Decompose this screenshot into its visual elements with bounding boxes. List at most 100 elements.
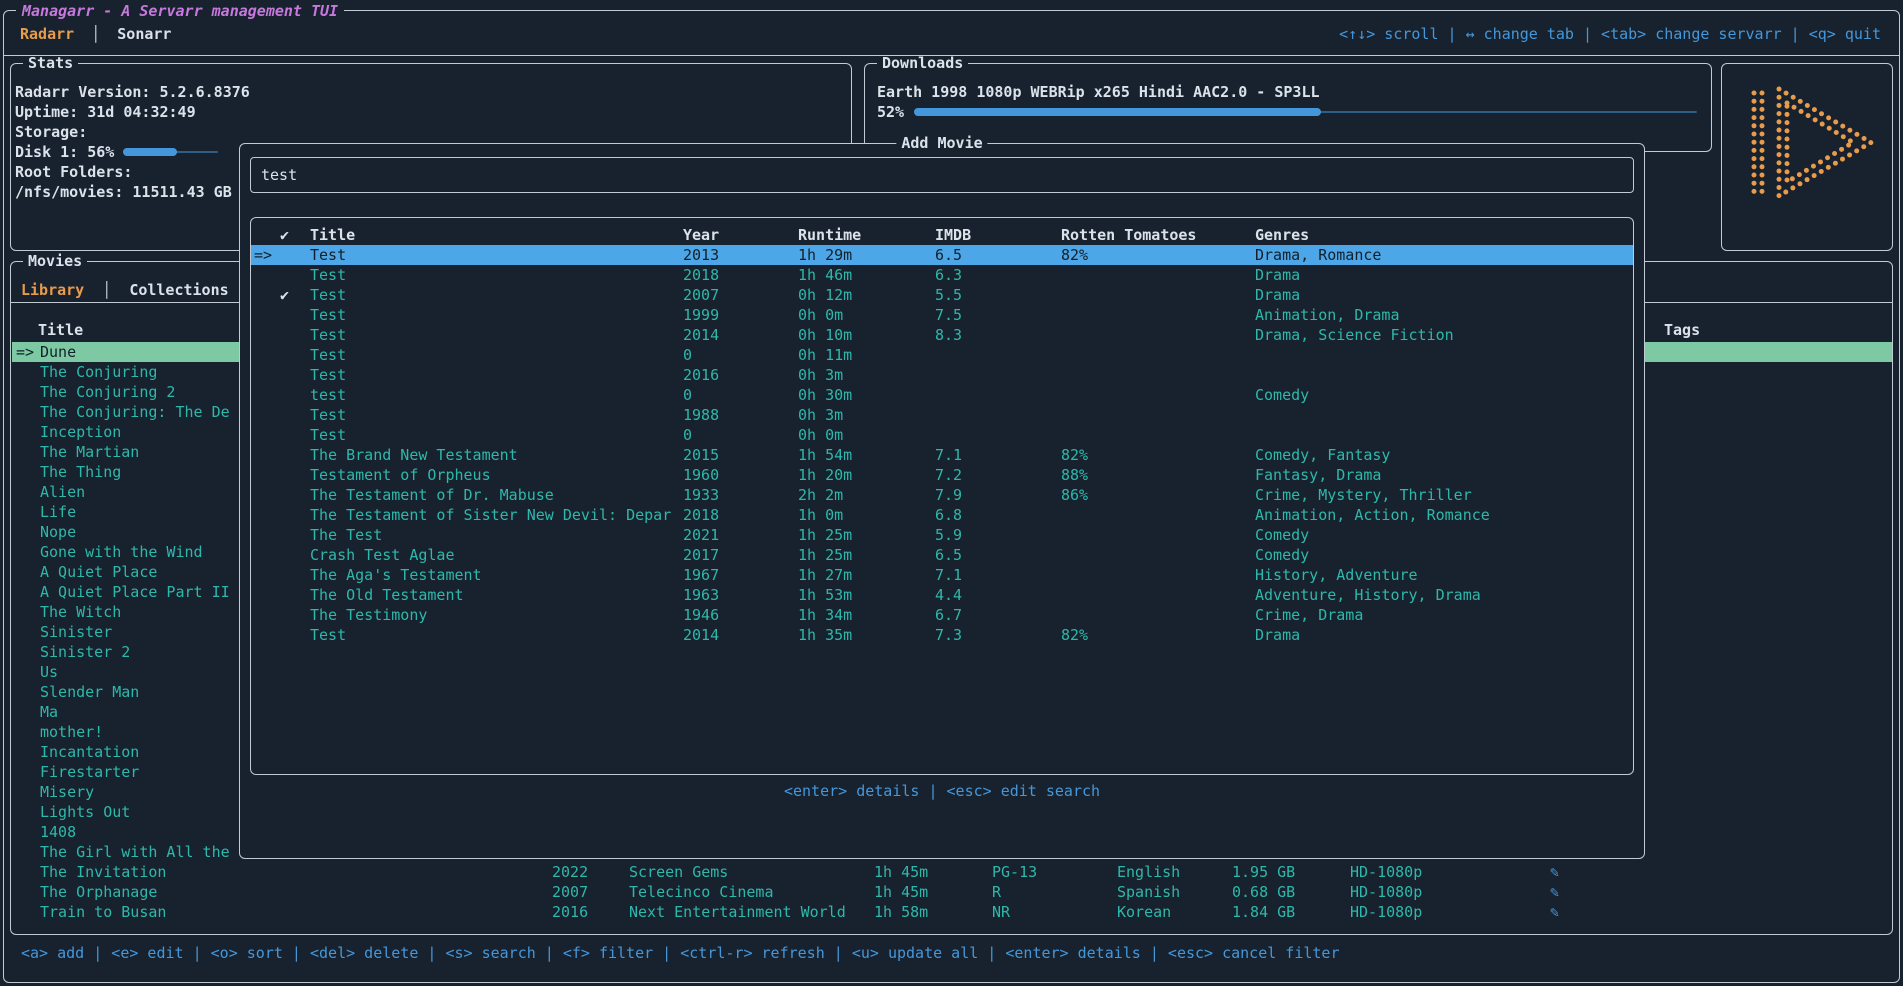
movie-quality: HD-1080p xyxy=(1350,862,1550,882)
add-movie-search-input[interactable] xyxy=(250,157,1634,193)
add-movie-result-row[interactable]: ✔ Test 2007 0h 12m 5.5 Drama xyxy=(251,285,1633,305)
check-icon xyxy=(279,465,309,485)
result-imdb: 6.5 xyxy=(934,545,1060,565)
add-movie-result-row[interactable]: Test 2018 1h 46m 6.3 Drama xyxy=(251,265,1633,285)
movie-studio: Telecinco Cinema xyxy=(629,882,874,902)
add-movie-result-row[interactable]: The Testament of Dr. Mabuse 1933 2h 2m 7… xyxy=(251,485,1633,505)
result-genres: Comedy xyxy=(1254,545,1633,565)
result-title: The Aga's Testament xyxy=(309,565,682,585)
download-item-title: Earth 1998 1080p WEBRip x265 Hindi AAC2.… xyxy=(877,82,1697,102)
add-movie-result-row[interactable]: The Brand New Testament 2015 1h 54m 7.1 … xyxy=(251,445,1633,465)
add-movie-result-row[interactable]: => Test 2013 1h 29m 6.5 82% Drama, Roman… xyxy=(251,245,1633,265)
add-movie-result-row[interactable]: Crash Test Aglae 2017 1h 25m 6.5 Comedy xyxy=(251,545,1633,565)
result-rotten-tomatoes: 82% xyxy=(1060,445,1254,465)
result-runtime: 1h 27m xyxy=(797,565,934,585)
modal-keybindings: <enter> details | <esc> edit search xyxy=(240,781,1644,801)
result-rotten-tomatoes xyxy=(1060,345,1254,365)
result-runtime: 1h 20m xyxy=(797,465,934,485)
result-year: 2018 xyxy=(682,505,797,525)
movie-quality: HD-1080p xyxy=(1350,882,1550,902)
result-title: Test xyxy=(309,325,682,345)
movie-list-row[interactable]: The Orphanage 2007 Telecinco Cinema 1h 4… xyxy=(12,882,1892,902)
add-movie-result-row[interactable]: Test 1988 0h 3m xyxy=(251,405,1633,425)
selection-marker xyxy=(12,682,40,702)
result-title: Test xyxy=(309,285,682,305)
column-header-genres: Genres xyxy=(1254,225,1633,245)
disk-bar-fill xyxy=(123,148,176,156)
add-movie-result-row[interactable]: The Old Testament 1963 1h 53m 4.4 Advent… xyxy=(251,585,1633,605)
check-icon xyxy=(279,265,309,285)
tab-sonarr[interactable]: Sonarr xyxy=(117,25,171,43)
add-movie-result-row[interactable]: Test 1999 0h 0m 7.5 Animation, Drama xyxy=(251,305,1633,325)
selection-marker xyxy=(253,345,279,365)
result-rotten-tomatoes xyxy=(1060,305,1254,325)
add-movie-result-row[interactable]: The Aga's Testament 1967 1h 27m 7.1 Hist… xyxy=(251,565,1633,585)
movie-studio: Screen Gems xyxy=(629,862,874,882)
movie-list-row[interactable]: The Invitation 2022 Screen Gems 1h 45m P… xyxy=(12,862,1892,882)
result-title: Test xyxy=(309,425,682,445)
result-runtime: 1h 29m xyxy=(797,245,934,265)
tab-collections[interactable]: Collections xyxy=(129,281,228,299)
result-imdb: 7.9 xyxy=(934,485,1060,505)
download-bar-fill xyxy=(914,108,1321,116)
add-movie-results-table: ✔ Title Year Runtime IMDB Rotten Tomatoe… xyxy=(250,217,1634,775)
add-movie-result-row[interactable]: The Test 2021 1h 25m 5.9 Comedy xyxy=(251,525,1633,545)
result-title: The Old Testament xyxy=(309,585,682,605)
check-icon xyxy=(279,325,309,345)
selection-marker xyxy=(253,525,279,545)
selection-marker xyxy=(12,702,40,722)
result-imdb: 6.3 xyxy=(934,265,1060,285)
result-year: 2016 xyxy=(682,365,797,385)
add-movie-result-row[interactable]: Testament of Orpheus 1960 1h 20m 7.2 88%… xyxy=(251,465,1633,485)
add-movie-result-row[interactable]: Test 2016 0h 3m xyxy=(251,365,1633,385)
add-movie-result-row[interactable]: The Testament of Sister New Devil: Depar… xyxy=(251,505,1633,525)
add-movie-result-row[interactable]: The Testimony 1946 1h 34m 6.7 Crime, Dra… xyxy=(251,605,1633,625)
movie-size: 0.68 GB xyxy=(1232,882,1350,902)
result-rotten-tomatoes: 86% xyxy=(1060,485,1254,505)
edit-icon[interactable]: ✎ xyxy=(1550,902,1892,922)
movie-language: Spanish xyxy=(1117,882,1232,902)
add-movie-result-row[interactable]: test 0 0h 30m Comedy xyxy=(251,385,1633,405)
add-movie-result-row[interactable]: Test 0 0h 11m xyxy=(251,345,1633,365)
movie-runtime: 1h 45m xyxy=(874,882,992,902)
add-movie-result-row[interactable]: Test 2014 0h 10m 8.3 Drama, Science Fict… xyxy=(251,325,1633,345)
selection-marker xyxy=(12,542,40,562)
storage-label: Storage: xyxy=(15,122,841,142)
movies-panel-title: Movies xyxy=(23,251,87,271)
selection-marker xyxy=(12,882,40,902)
add-movie-table-header: ✔ Title Year Runtime IMDB Rotten Tomatoe… xyxy=(251,225,1633,245)
edit-icon[interactable]: ✎ xyxy=(1550,882,1892,902)
download-percent-label: 52% xyxy=(877,102,904,122)
tab-library[interactable]: Library xyxy=(21,281,84,299)
selection-marker xyxy=(253,325,279,345)
selection-marker xyxy=(253,545,279,565)
add-movie-result-row[interactable]: Test 0 0h 0m xyxy=(251,425,1633,445)
selection-marker xyxy=(12,742,40,762)
result-runtime: 0h 0m xyxy=(797,425,934,445)
movie-list-row[interactable]: Train to Busan 2016 Next Entertainment W… xyxy=(12,902,1892,922)
selection-marker xyxy=(253,365,279,385)
add-movie-result-row[interactable]: Test 2014 1h 35m 7.3 82% Drama xyxy=(251,625,1633,645)
edit-icon[interactable]: ✎ xyxy=(1550,862,1892,882)
check-icon: ✔ xyxy=(279,285,309,305)
selection-marker xyxy=(12,902,40,922)
result-runtime: 0h 0m xyxy=(797,305,934,325)
result-genres xyxy=(1254,365,1633,385)
movie-language: English xyxy=(1117,862,1232,882)
result-title: Test xyxy=(309,265,682,285)
selection-marker xyxy=(253,505,279,525)
result-year: 0 xyxy=(682,345,797,365)
tab-radarr[interactable]: Radarr xyxy=(20,25,74,43)
selection-marker xyxy=(12,662,40,682)
result-title: The Brand New Testament xyxy=(309,445,682,465)
result-imdb: 5.9 xyxy=(934,525,1060,545)
movies-tabs: Library │ Collections │ xyxy=(21,280,265,300)
result-title: The Testament of Sister New Devil: Depar xyxy=(309,505,682,525)
movie-title: Train to Busan xyxy=(40,902,552,922)
result-title: Test xyxy=(309,625,682,645)
selection-marker xyxy=(12,842,40,862)
result-imdb: 6.5 xyxy=(934,245,1060,265)
selection-marker xyxy=(12,442,40,462)
result-rotten-tomatoes: 82% xyxy=(1060,245,1254,265)
result-runtime: 1h 34m xyxy=(797,605,934,625)
